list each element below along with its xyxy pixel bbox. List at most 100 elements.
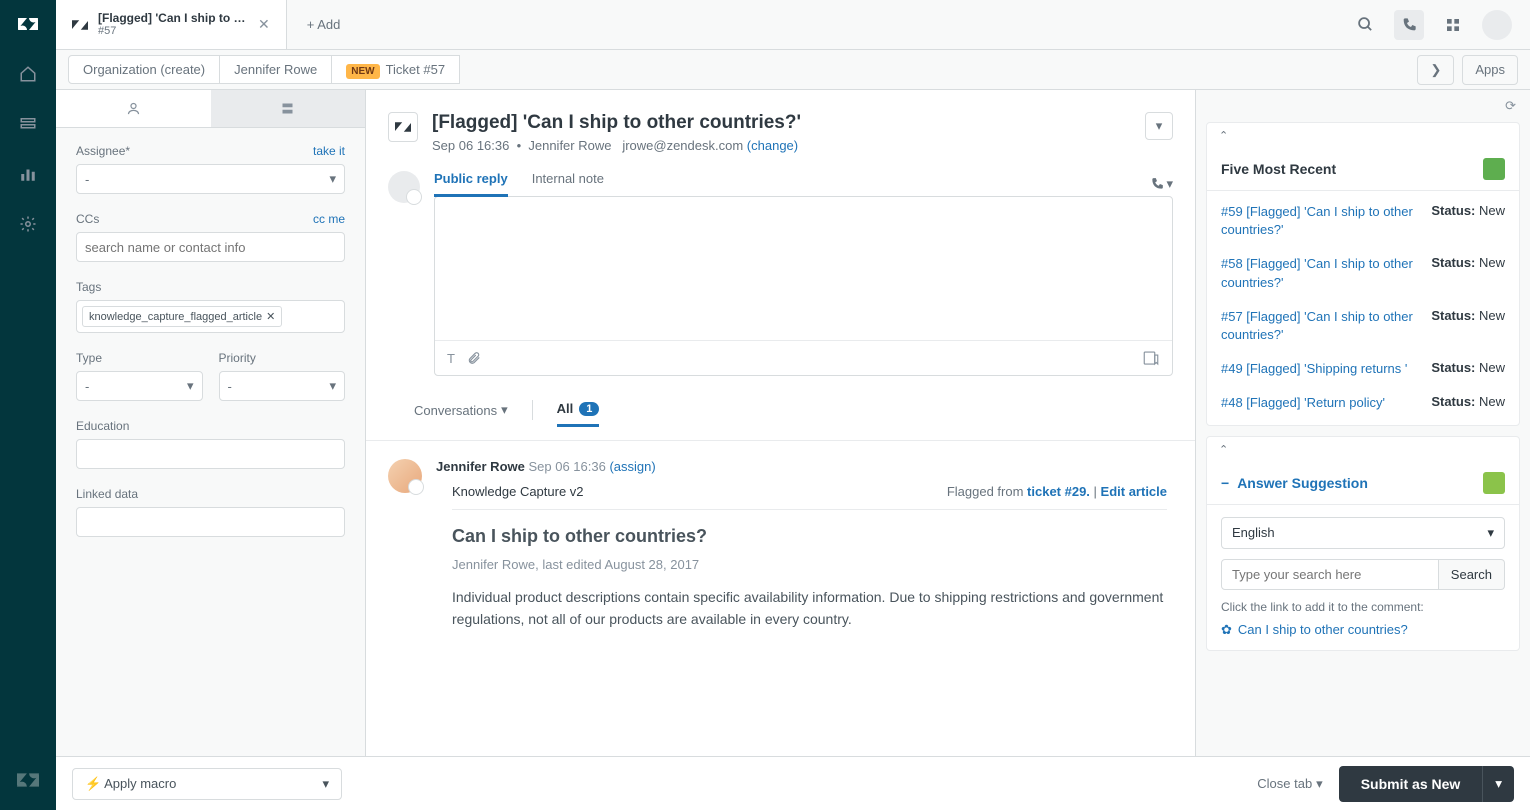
- edit-article-link[interactable]: Edit article: [1101, 484, 1167, 499]
- conversations-dropdown[interactable]: Conversations ▾: [414, 402, 508, 426]
- recent-item-status: Status: New: [1431, 308, 1505, 344]
- home-icon[interactable]: [12, 58, 44, 90]
- knowledge-capture-icon[interactable]: [1142, 349, 1160, 367]
- reporting-icon[interactable]: [12, 158, 44, 190]
- tab-bar: [Flagged] 'Can I ship to o... #57 ✕ + Ad…: [56, 0, 1530, 50]
- left-panel: Assignee* take it -▾ CCs cc me Tags knowle…: [56, 90, 366, 810]
- kb-suggestion-link[interactable]: ✿Can I ship to other countries?: [1221, 622, 1505, 638]
- submit-button[interactable]: Submit as New: [1339, 766, 1483, 802]
- close-tab-dropdown[interactable]: Close tab ▾: [1257, 776, 1322, 792]
- recent-title: Five Most Recent: [1221, 161, 1336, 177]
- add-tab-button[interactable]: + Add: [287, 0, 361, 49]
- ticket-tab[interactable]: [Flagged] 'Can I ship to o... #57 ✕: [56, 0, 287, 49]
- type-label: Type: [76, 351, 102, 365]
- answer-app-icon: [1483, 472, 1505, 494]
- crumb-ticket[interactable]: NEWTicket #57: [332, 55, 460, 84]
- reply-textarea[interactable]: [435, 197, 1172, 340]
- gear-icon: ✿: [1221, 622, 1232, 638]
- phone-icon[interactable]: [1394, 10, 1424, 40]
- assignee-select[interactable]: -▾: [76, 164, 345, 194]
- ccs-label: CCs: [76, 212, 99, 226]
- conv-count-badge: 1: [579, 402, 599, 416]
- recent-item-link[interactable]: #57 [Flagged] 'Can I ship to other count…: [1221, 308, 1423, 344]
- public-reply-tab[interactable]: Public reply: [434, 171, 508, 197]
- brand-logo-icon[interactable]: [12, 8, 44, 40]
- ticket-icon: [72, 17, 88, 33]
- education-label: Education: [76, 419, 129, 433]
- change-requester-link[interactable]: (change): [747, 138, 798, 153]
- crumb-user[interactable]: Jennifer Rowe: [220, 55, 332, 84]
- ticket-title: [Flagged] 'Can I ship to other countries…: [432, 112, 801, 134]
- linked-data-label: Linked data: [76, 487, 138, 501]
- cc-me-link[interactable]: cc me: [313, 212, 345, 226]
- apply-macro-dropdown[interactable]: ⚡ Apply macro▾: [72, 768, 342, 800]
- recent-app-icon: [1483, 158, 1505, 180]
- priority-label: Priority: [219, 351, 256, 365]
- text-format-icon[interactable]: T: [447, 351, 455, 366]
- education-input[interactable]: [76, 439, 345, 469]
- tags-label: Tags: [76, 280, 101, 294]
- collapse-answer-icon[interactable]: ⌃: [1207, 437, 1519, 462]
- ticket-meta: Sep 06 16:36 • Jennifer Rowe jrowe@zende…: [432, 138, 801, 153]
- recent-item-link[interactable]: #59 [Flagged] 'Can I ship to other count…: [1221, 203, 1423, 239]
- search-icon[interactable]: [1350, 10, 1380, 40]
- footer-bar: ⚡ Apply macro▾ Close tab ▾ Submit as New…: [56, 756, 1530, 810]
- tab-title: [Flagged] 'Can I ship to o...: [98, 11, 248, 25]
- user-tab[interactable]: [56, 90, 211, 127]
- type-select[interactable]: -▾: [76, 371, 203, 401]
- linked-data-input[interactable]: [76, 507, 345, 537]
- language-select[interactable]: English▾: [1221, 517, 1505, 549]
- right-panel: ⟳ ⌃ Five Most Recent #59 [Flagged] 'Can …: [1196, 90, 1530, 810]
- ticket-options-dropdown[interactable]: ▾: [1145, 112, 1173, 140]
- kb-search-button[interactable]: Search: [1439, 559, 1505, 590]
- article-body: Individual product descriptions contain …: [452, 586, 1167, 631]
- call-dropdown[interactable]: ▾: [1150, 176, 1173, 192]
- views-icon[interactable]: [12, 108, 44, 140]
- recent-item-link[interactable]: #58 [Flagged] 'Can I ship to other count…: [1221, 255, 1423, 291]
- submit-dropdown[interactable]: ▾: [1482, 766, 1514, 802]
- collapse-recent-icon[interactable]: ⌃: [1207, 123, 1519, 148]
- take-it-link[interactable]: take it: [313, 144, 345, 158]
- tags-input[interactable]: knowledge_capture_flagged_article✕: [76, 300, 345, 333]
- center-panel: [Flagged] 'Can I ship to other countries…: [366, 90, 1196, 810]
- admin-gear-icon[interactable]: [12, 208, 44, 240]
- apps-grid-icon[interactable]: [1438, 10, 1468, 40]
- recent-item-status: Status: New: [1431, 203, 1505, 239]
- kc-flag-info: Flagged from ticket #29. | Edit article: [947, 484, 1167, 499]
- tag-pill[interactable]: knowledge_capture_flagged_article✕: [82, 306, 282, 327]
- crumb-org[interactable]: Organization (create): [68, 55, 220, 84]
- recent-item-link[interactable]: #48 [Flagged] 'Return policy': [1221, 394, 1423, 412]
- article-meta: Jennifer Rowe, last edited August 28, 20…: [452, 557, 1167, 572]
- article-title: Can I ship to other countries?: [452, 526, 1167, 547]
- recent-list: #59 [Flagged] 'Can I ship to other count…: [1207, 191, 1519, 425]
- refresh-apps-icon[interactable]: ⟳: [1196, 90, 1530, 122]
- event-assign-link[interactable]: (assign): [609, 459, 655, 474]
- recent-item-status: Status: New: [1431, 360, 1505, 378]
- recent-item-link[interactable]: #49 [Flagged] 'Shipping returns ': [1221, 360, 1423, 378]
- ccs-input[interactable]: [76, 232, 345, 262]
- recent-item-status: Status: New: [1431, 255, 1505, 291]
- ticket-fields-tab[interactable]: [211, 90, 366, 127]
- reply-avatar: [388, 171, 420, 203]
- close-tab-icon[interactable]: ✕: [258, 16, 270, 33]
- event-avatar: [388, 459, 422, 493]
- source-ticket-link[interactable]: ticket #29.: [1027, 484, 1090, 499]
- internal-note-tab[interactable]: Internal note: [532, 171, 604, 197]
- kb-search-input[interactable]: [1221, 559, 1439, 590]
- expand-button[interactable]: ❯: [1417, 55, 1454, 85]
- kc-app-name: Knowledge Capture v2: [452, 484, 584, 499]
- conversations-all-tab[interactable]: All1: [557, 401, 600, 427]
- apps-button[interactable]: Apps: [1462, 55, 1518, 85]
- zendesk-logo-icon: [12, 764, 44, 796]
- ticket-header-icon: [388, 112, 418, 142]
- event-timestamp: Sep 06 16:36: [528, 459, 605, 474]
- nav-rail: [0, 0, 56, 810]
- user-avatar[interactable]: [1482, 10, 1512, 40]
- new-badge: NEW: [346, 64, 379, 79]
- priority-select[interactable]: -▾: [219, 371, 346, 401]
- tab-subtitle: #57: [98, 25, 248, 38]
- minus-icon[interactable]: −: [1221, 475, 1229, 491]
- attachment-icon[interactable]: [467, 351, 481, 365]
- recent-item-status: Status: New: [1431, 394, 1505, 412]
- assignee-label: Assignee*: [76, 144, 130, 158]
